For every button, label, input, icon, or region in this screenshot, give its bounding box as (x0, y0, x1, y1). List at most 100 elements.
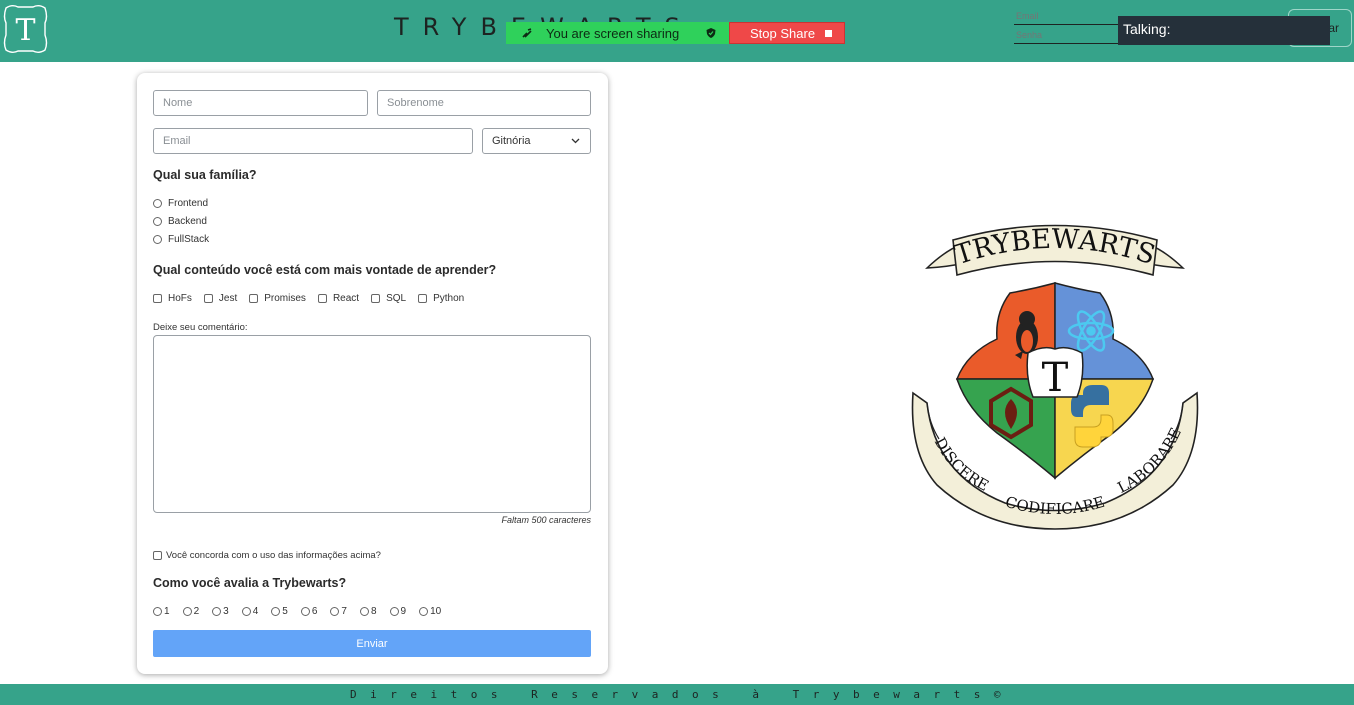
content-checkbox-react[interactable] (317, 294, 327, 303)
content-option-sql[interactable]: SQL (371, 293, 406, 304)
rating-option[interactable]: 8 (359, 606, 377, 617)
content-label-python: Python (433, 293, 465, 304)
rating-label: 3 (223, 606, 229, 617)
shield-check-icon (706, 28, 716, 38)
content-options: HoFs Jest Promises React SQL Python (153, 293, 476, 304)
submit-button[interactable]: Enviar (153, 630, 591, 657)
content-checkbox-jest[interactable] (203, 294, 213, 303)
rating-option[interactable]: 6 (300, 606, 318, 617)
content-option-promises[interactable]: Promises (249, 293, 306, 304)
agreement-label: Você concorda com o uso das informações … (166, 550, 381, 561)
agreement-checkbox[interactable] (153, 551, 162, 560)
rating-label: 9 (400, 606, 407, 617)
family-option-frontend[interactable]: Frontend (153, 198, 208, 209)
content-question: Qual conteúdo você está com mais vontade… (153, 263, 497, 277)
page-footer: Direitos Reservados à Trybewarts© (0, 684, 1354, 705)
content-checkbox-hofs[interactable] (153, 294, 162, 303)
rating-label: 1 (164, 606, 170, 617)
login-password-field[interactable] (1014, 27, 1120, 44)
content-label-jest: Jest (218, 293, 238, 304)
rating-radio[interactable] (389, 607, 399, 616)
rating-label: 6 (311, 606, 318, 617)
agreement-option[interactable]: Você concorda com o uso das informações … (153, 550, 381, 561)
family-radio-fullstack[interactable] (153, 235, 162, 244)
evaluation-form: Nome Sobrenome Email Gitnória Qual sua f… (137, 73, 608, 674)
family-question: Qual sua família? (153, 168, 257, 182)
rating-radio[interactable] (271, 607, 281, 616)
content-option-jest[interactable]: Jest (203, 293, 238, 304)
footer-text: Direitos Reservados à Trybewarts© (349, 688, 1015, 701)
house-select[interactable]: Gitnória (482, 128, 591, 154)
svg-text:TRYBEWARTS: TRYBEWARTS (951, 224, 1159, 271)
content-label-promises: Promises (264, 293, 306, 304)
screen-share-bar: You are screen sharing Stop Share (506, 22, 845, 44)
content-checkbox-sql[interactable] (371, 294, 381, 303)
login-email-field[interactable] (1014, 8, 1120, 25)
rating-label: 4 (252, 606, 259, 617)
rating-option[interactable]: 2 (182, 606, 200, 617)
rating-option[interactable]: 4 (241, 606, 259, 617)
rating-label: 10 (430, 606, 442, 617)
crest-banner-title: TRYBEWARTS (951, 224, 1159, 271)
family-option-backend[interactable]: Backend (153, 216, 207, 227)
rating-radio[interactable] (153, 607, 162, 616)
rating-option[interactable]: 1 (153, 606, 170, 617)
family-radio-backend[interactable] (153, 217, 162, 226)
trybewarts-logo: T (3, 5, 48, 53)
rating-radio[interactable] (419, 607, 429, 616)
content-option-python[interactable]: Python (418, 293, 464, 304)
family-radio-frontend[interactable] (153, 199, 162, 208)
rating-question: Como você avalia a Trybewarts? (153, 576, 347, 590)
stop-share-button[interactable]: Stop Share (729, 22, 845, 44)
content-option-react[interactable]: React (317, 293, 360, 304)
family-option-fullstack[interactable]: FullStack (153, 234, 209, 245)
email-input[interactable]: Email (153, 128, 473, 154)
chevron-down-icon (571, 138, 580, 144)
svg-text:T: T (15, 13, 35, 48)
stop-icon (825, 29, 833, 37)
rating-radio[interactable] (182, 607, 192, 616)
rating-label: 8 (370, 606, 377, 617)
rating-radio[interactable] (212, 607, 222, 616)
email-placeholder: Email (163, 135, 191, 147)
rating-option[interactable]: 3 (212, 606, 229, 617)
house-select-value: Gitnória (492, 135, 531, 147)
drag-handle-icon[interactable] (522, 28, 532, 38)
crest-center-letter: T (1042, 355, 1069, 401)
rating-option[interactable]: 10 (419, 606, 441, 617)
comment-label: Deixe seu comentário: (153, 322, 248, 333)
content-checkbox-python[interactable] (418, 294, 428, 303)
family-label-fullstack: FullStack (168, 234, 210, 245)
rating-option[interactable]: 9 (389, 606, 407, 617)
rating-options: 1 2 3 4 5 6 7 8 9 10 (153, 606, 454, 617)
screen-share-status: You are screen sharing (506, 22, 729, 44)
rating-option[interactable]: 7 (330, 606, 347, 617)
rating-label: 2 (193, 606, 200, 617)
page-header: T TRYBEWARTS Entrar Talking: You are scr… (0, 0, 1354, 62)
content-option-hofs[interactable]: HoFs (153, 293, 192, 304)
family-label-frontend: Frontend (168, 198, 209, 209)
trybewarts-crest: TRYBEWARTS T DISCERE CODIFICARE LABORARE (911, 224, 1199, 530)
last-name-input[interactable]: Sobrenome (377, 90, 591, 116)
content-label-hofs: HoFs (168, 293, 192, 304)
talking-indicator: Talking: (1118, 16, 1330, 45)
character-counter: Faltam 500 caracteres (501, 515, 591, 525)
comment-textarea[interactable] (153, 335, 591, 513)
stop-share-label: Stop Share (750, 25, 816, 41)
rating-radio[interactable] (359, 607, 369, 616)
rating-radio[interactable] (330, 607, 340, 616)
talking-label: Talking: (1123, 21, 1171, 37)
rating-label: 7 (341, 606, 347, 617)
login-form (1014, 8, 1120, 46)
first-name-placeholder: Nome (163, 97, 193, 109)
content-checkbox-promises[interactable] (249, 294, 259, 303)
content-label-sql: SQL (386, 293, 407, 304)
rating-option[interactable]: 5 (271, 606, 288, 617)
first-name-input[interactable]: Nome (153, 90, 368, 116)
rating-radio[interactable] (241, 607, 251, 616)
content-label-react: React (332, 293, 360, 304)
screen-share-status-text: You are screen sharing (546, 25, 680, 41)
last-name-placeholder: Sobrenome (387, 97, 444, 109)
family-label-backend: Backend (168, 216, 207, 227)
rating-radio[interactable] (300, 607, 310, 616)
